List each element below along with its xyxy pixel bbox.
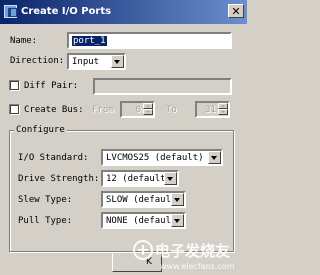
chevron-down-icon[interactable] xyxy=(164,172,177,185)
chevron-down-icon[interactable] xyxy=(171,214,184,227)
diff-pair-input[interactable] xyxy=(93,78,232,95)
from-label: From xyxy=(92,105,114,115)
to-value: 31 xyxy=(205,105,216,115)
configure-title: Configure xyxy=(14,124,67,136)
name-input[interactable]: port_1 xyxy=(67,32,232,49)
direction-label: Direction: xyxy=(10,56,65,66)
app-icon xyxy=(4,5,17,18)
spin-down-icon[interactable] xyxy=(218,109,228,115)
name-label: Name: xyxy=(10,36,38,46)
slew-type-select[interactable]: SLOW (default) xyxy=(101,191,186,208)
chevron-down-icon[interactable] xyxy=(171,193,184,206)
diff-pair-label: Diff Pair: xyxy=(24,81,79,91)
window-title: Create I/O Ports xyxy=(21,6,112,17)
create-bus-checkbox[interactable] xyxy=(9,104,20,115)
from-spin-buttons[interactable] xyxy=(143,103,153,116)
watermark-url: www.elecfans.com xyxy=(160,262,235,271)
io-standard-select[interactable]: LVCMOS25 (default) xyxy=(101,149,223,166)
create-bus-label: Create Bus: xyxy=(24,105,84,115)
spin-down-icon[interactable] xyxy=(143,109,153,115)
to-spin-buttons[interactable] xyxy=(218,103,228,116)
to-label: To xyxy=(166,105,177,115)
watermark-logo-text: 电子发烧友 xyxy=(155,242,231,260)
name-value: port_1 xyxy=(72,36,107,46)
chevron-down-icon[interactable] xyxy=(111,55,124,68)
pull-type-select[interactable]: NONE (default) xyxy=(101,212,186,229)
from-spinner[interactable]: 0 xyxy=(120,101,155,118)
drive-strength-value: 12 (default) xyxy=(106,174,172,184)
pull-type-label: Pull Type: xyxy=(18,216,73,226)
title-bar[interactable]: Create I/O Ports ✕ xyxy=(0,0,247,24)
close-button[interactable]: ✕ xyxy=(228,4,244,18)
direction-select[interactable]: Input xyxy=(67,53,126,70)
chevron-down-icon[interactable] xyxy=(208,151,221,164)
drive-strength-select[interactable]: 12 (default) xyxy=(101,170,179,187)
to-spinner[interactable]: 31 xyxy=(195,101,230,118)
io-standard-value: LVCMOS25 (default) xyxy=(106,153,204,163)
from-value: 0 xyxy=(135,105,141,115)
io-standard-label: I/O Standard: xyxy=(18,153,89,163)
direction-value: Input xyxy=(72,57,100,67)
slew-type-label: Slew Type: xyxy=(18,195,73,205)
diff-pair-checkbox[interactable] xyxy=(9,80,20,91)
drive-strength-label: Drive Strength: xyxy=(18,174,100,184)
